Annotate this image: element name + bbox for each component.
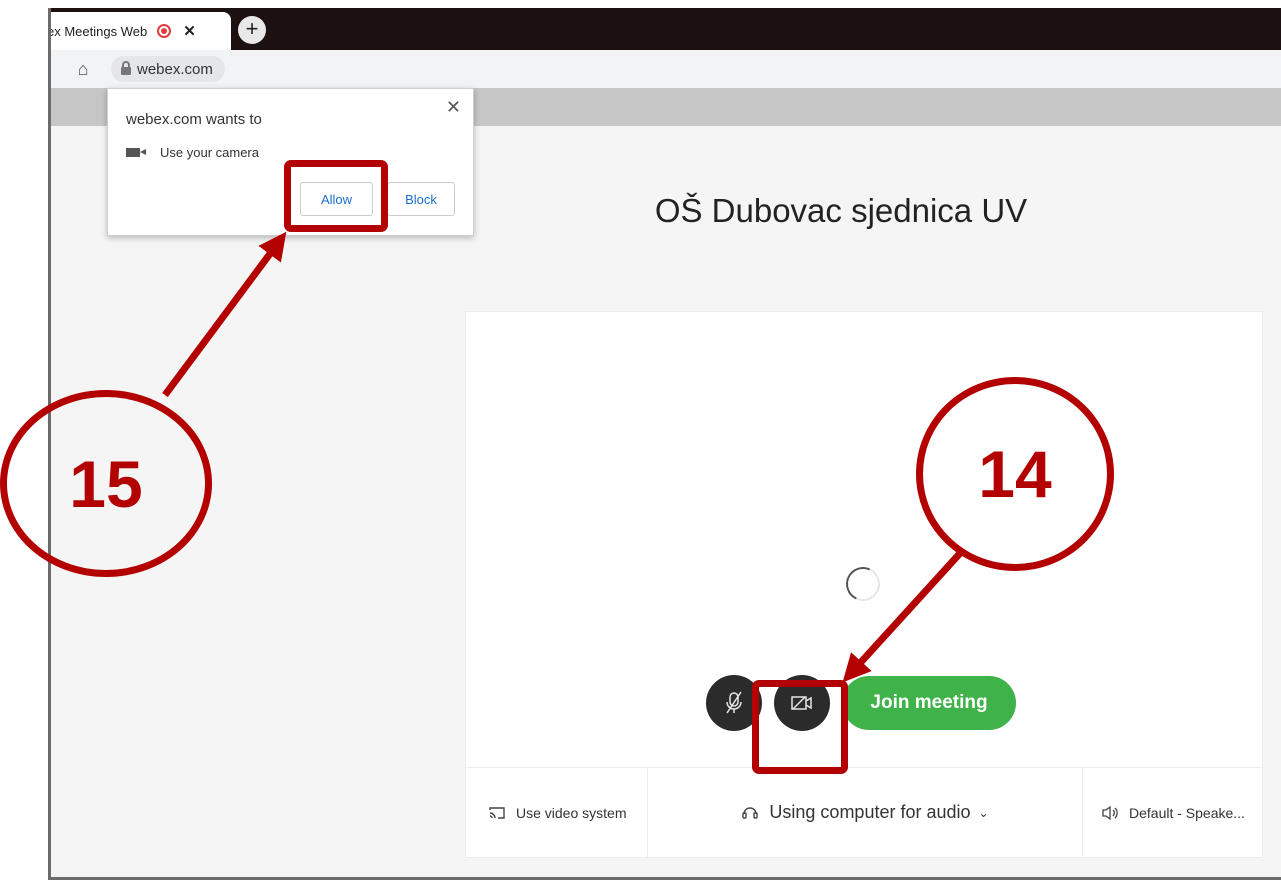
video-preview-card: Join meeting Use video system Using comp…: [465, 311, 1263, 858]
popup-close-icon[interactable]: ✕: [446, 97, 461, 118]
meeting-title: OŠ Dubovac sjednica UV: [654, 192, 1028, 229]
cast-icon: [489, 806, 505, 819]
permission-text: Use your camera: [160, 145, 259, 160]
speaker-option[interactable]: Default - Speake...: [1083, 768, 1262, 857]
video-system-option[interactable]: Use video system: [466, 768, 648, 857]
permission-title: webex.com wants to: [126, 111, 262, 128]
browser-tab[interactable]: ex Meetings Web ✕: [51, 12, 231, 50]
permission-item: Use your camera: [126, 145, 259, 160]
url-field[interactable]: webex.com: [111, 56, 225, 82]
audio-option-dropdown[interactable]: Using computer for audio ⌄: [648, 768, 1083, 857]
camera-icon: [126, 148, 146, 157]
block-button[interactable]: Block: [387, 182, 455, 216]
tab-title: ex Meetings Web: [48, 23, 148, 39]
join-meeting-button[interactable]: Join meeting: [842, 676, 1016, 730]
step-14-callout: 14: [916, 377, 1114, 571]
step-15-callout: 15: [0, 390, 212, 577]
media-options-bar: Use video system Using computer for audi…: [466, 767, 1262, 857]
allow-highlight-box: [284, 160, 388, 232]
speaker-icon: [1102, 805, 1118, 820]
camera-highlight-box: [752, 680, 848, 774]
tab-close-icon[interactable]: ✕: [183, 22, 196, 40]
mic-muted-icon: [726, 691, 742, 714]
lock-icon[interactable]: [121, 60, 131, 75]
new-tab-button[interactable]: +: [238, 16, 266, 44]
home-icon[interactable]: ⌂: [73, 59, 93, 80]
screenshot: ex Meetings Web ✕ + ⌂ webex.com OŠ Dubov…: [0, 0, 1281, 884]
headset-icon: [742, 806, 759, 819]
record-icon: [157, 24, 172, 38]
chevron-down-icon: ⌄: [978, 805, 989, 820]
audio-label: Using computer for audio: [769, 802, 971, 822]
url-text: webex.com: [137, 60, 213, 78]
video-system-label: Use video system: [516, 804, 627, 821]
tab-bar: ex Meetings Web ✕ +: [51, 8, 1281, 50]
loading-spinner-icon: [841, 562, 885, 606]
address-bar: ⌂ webex.com: [51, 50, 1281, 88]
speaker-label: Default - Speake...: [1129, 804, 1245, 821]
